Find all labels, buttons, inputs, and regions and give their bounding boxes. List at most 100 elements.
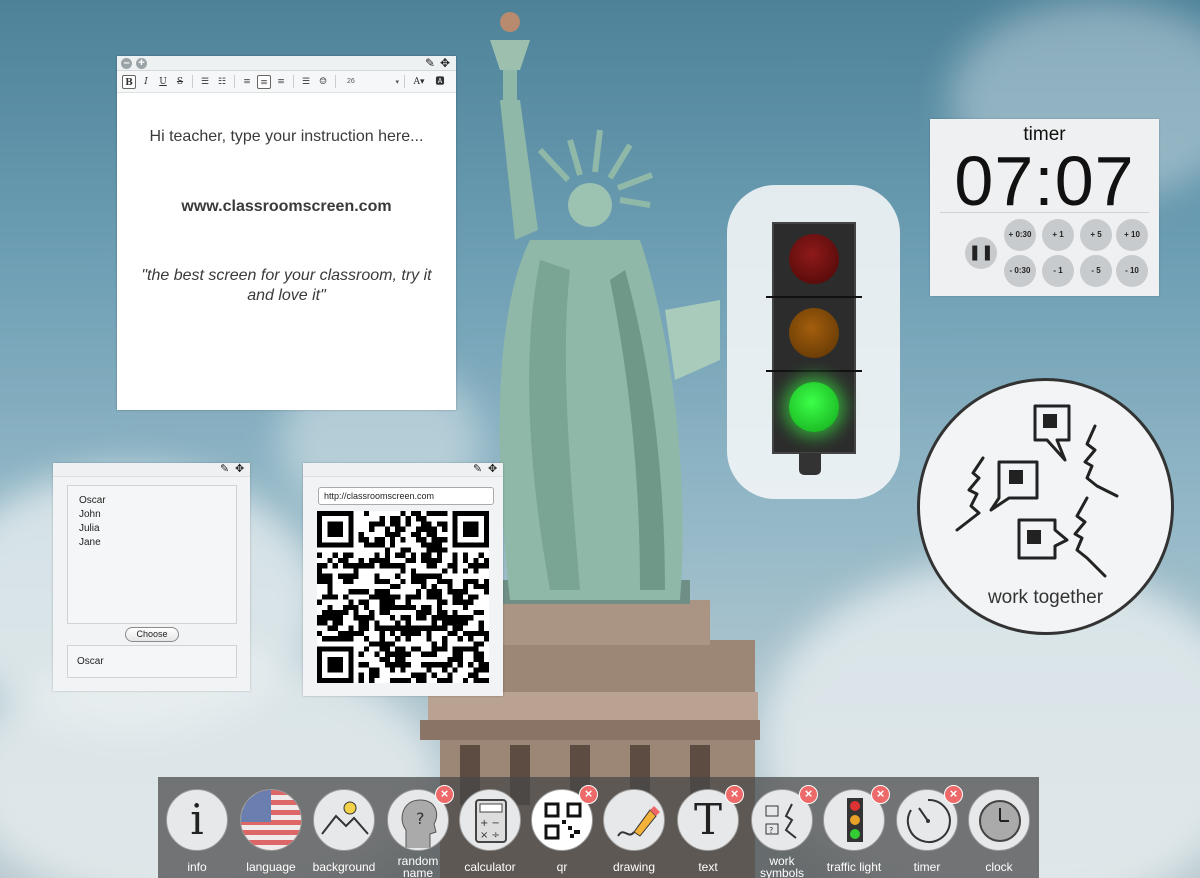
website-text: www.classroomscreen.com [181,198,392,215]
dock-item-qr[interactable]: × qr [530,785,598,874]
toolbar-divider [234,75,235,88]
move-icon[interactable]: ✥ [235,462,244,477]
list-item: Julia [79,523,100,534]
dock-label: traffic light [826,860,882,874]
toolbar-divider [192,75,193,88]
move-icon[interactable]: ✥ [440,56,450,71]
svg-text:?: ? [769,826,773,835]
dock-label: drawing [612,860,656,874]
dock-label: random name [397,854,439,878]
traffic-light-widget[interactable] [727,185,900,499]
align-left-icon[interactable]: ≡ [240,75,254,89]
chevron-down-icon: ▾ [395,78,399,86]
dock-item-clock[interactable]: clock [967,789,1031,873]
text-widget-titlebar: – + ✎ ✥ [117,56,456,71]
bullet-list-icon[interactable]: ☷ [215,75,229,89]
dock-item-language[interactable]: language [239,789,303,873]
numbered-list-icon[interactable]: ☰ [198,75,212,89]
svg-text:?: ? [416,809,425,828]
quote-text: "the best screen for your classroom, try… [141,267,432,304]
add-1min-button[interactable]: + 1 [1042,219,1074,251]
font-size-value: 26 [347,77,355,85]
dock-item-calculator[interactable]: + − × ÷ calculator [458,789,522,873]
list-item: Jane [79,537,101,548]
lamp-divider [766,296,862,298]
pencil-icon [603,789,665,851]
work-symbols-widget[interactable]: work together [917,378,1174,635]
list-item: John [79,509,101,520]
dock-item-info[interactable]: i info [165,789,229,873]
pin-icon[interactable]: ✎ [425,56,435,71]
close-icon[interactable]: × [871,785,890,804]
dock-label: background [312,860,376,874]
pin-icon[interactable]: ✎ [220,462,229,477]
text-format-toolbar: B I U S ☰ ☷ ≡ ≡ ≡ ☰ ☺ 26 ▾ A▾ 🅰 [117,71,456,93]
dock-label: timer [913,860,941,874]
qr-widget[interactable]: ✎ ✥ http://classroomscreen.com [303,463,503,696]
statue-of-liberty-image [420,12,760,878]
work-symbols-label: work together [987,587,1104,608]
names-list-input[interactable]: Oscar John Julia Jane [67,485,237,624]
text-widget[interactable]: – + ✎ ✥ B I U S ☰ ☷ ≡ ≡ ≡ ☰ ☺ 26 ▾ A▾ 🅰 H… [117,56,456,410]
dock-item-work-symbols[interactable]: × ? work symbols [750,785,818,878]
sub-10min-button[interactable]: - 10 [1116,255,1148,287]
green-lamp[interactable] [789,382,839,432]
font-color-icon[interactable]: A▾ [410,75,428,89]
instruction-text: Hi teacher, type your instruction here..… [149,128,424,145]
minus-icon[interactable]: – [121,58,132,69]
sub-5min-button[interactable]: - 5 [1080,255,1112,287]
random-name-widget[interactable]: ✎ ✥ Oscar John Julia Jane Choose Oscar [53,463,250,691]
dock-item-timer[interactable]: × timer [895,785,963,874]
svg-text:× ÷: × ÷ [480,830,500,841]
add-5min-button[interactable]: + 5 [1080,219,1112,251]
highlight-color-icon[interactable]: 🅰 [431,75,449,89]
red-lamp[interactable] [789,234,839,284]
mountain-icon [313,789,375,851]
plus-icon[interactable]: + [136,58,147,69]
traffic-light-pole [799,453,821,475]
close-icon[interactable]: × [944,785,963,804]
timer-widget[interactable]: timer 07:07 ❚❚ + 0:30 + 1 + 5 + 10 - 0:3… [930,119,1159,296]
choose-button[interactable]: Choose [125,627,179,642]
dock-label: qr [556,860,568,874]
dock-item-drawing[interactable]: drawing [602,789,666,873]
divider [940,212,1149,213]
pin-icon[interactable]: ✎ [473,462,482,477]
pause-button[interactable]: ❚❚ [965,237,997,269]
amber-lamp[interactable] [789,308,839,358]
align-center-icon[interactable]: ≡ [257,74,271,89]
strikethrough-button[interactable]: S [173,75,187,89]
dock-item-traffic-light[interactable]: × traffic light [822,785,890,874]
us-flag-icon [240,789,302,851]
qr-url-input[interactable]: http://classroomscreen.com [318,487,494,505]
close-icon[interactable]: × [435,785,454,804]
align-right-icon[interactable]: ≡ [274,75,288,89]
add-30s-button[interactable]: + 0:30 [1004,219,1036,251]
italic-button[interactable]: I [139,75,153,89]
dock-item-random-name[interactable]: × ? random name [386,785,454,878]
lamp-divider [766,370,862,372]
font-size-select[interactable]: 26 ▾ [347,78,399,86]
toolbar-divider [335,75,336,88]
toolbar-divider [404,75,405,88]
close-icon[interactable]: × [799,785,818,804]
close-icon[interactable]: × [579,785,598,804]
chosen-name-output: Oscar [67,645,237,678]
dock-label: work symbols [759,854,804,878]
info-icon: i [166,789,228,851]
sub-1min-button[interactable]: - 1 [1042,255,1074,287]
svg-text:+ −: + − [480,818,500,829]
bold-button[interactable]: B [122,74,136,89]
close-icon[interactable]: × [725,785,744,804]
dock-item-text[interactable]: × T text [676,785,744,874]
sub-30s-button[interactable]: - 0:30 [1004,255,1036,287]
dock-label: text [698,860,718,874]
horizontal-rule-icon[interactable]: ☰ [299,75,313,89]
dock-item-background[interactable]: background [312,789,376,873]
underline-button[interactable]: U [156,75,170,89]
add-10min-button[interactable]: + 10 [1116,219,1148,251]
move-icon[interactable]: ✥ [488,462,497,477]
emoji-icon[interactable]: ☺ [316,75,330,89]
qr-titlebar: ✎ ✥ [303,463,503,477]
dock-label: info [187,860,207,874]
